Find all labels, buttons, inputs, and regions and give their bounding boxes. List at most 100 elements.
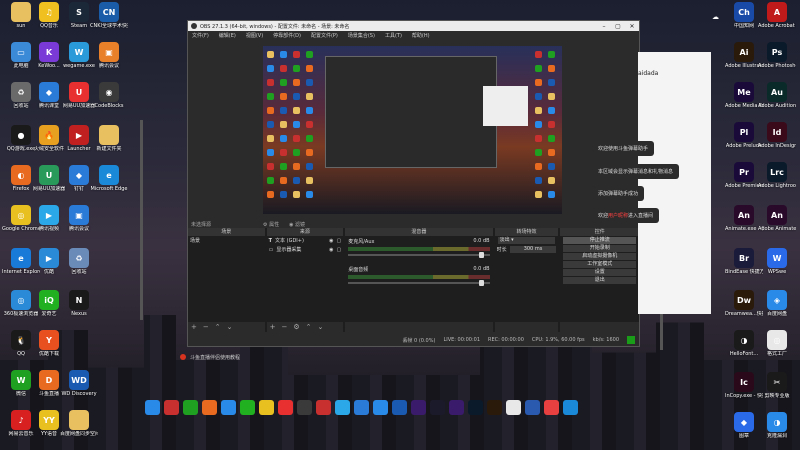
preview-app-icon [267, 65, 274, 72]
desktop-shortcut[interactable]: Id Adobe InDesign [758, 122, 796, 149]
maximize-icon[interactable]: ▢ [611, 23, 625, 30]
properties-label: 属性 [269, 221, 280, 228]
preview-app-icon [267, 93, 274, 100]
taskbar-app-icon[interactable] [354, 400, 369, 415]
menu-item[interactable]: 视图(V) [246, 32, 263, 39]
properties-button[interactable]: ⚙ 属性 [263, 221, 279, 228]
remove-scene-button[interactable]: − [203, 323, 209, 331]
taskbar-app-icon[interactable] [278, 400, 293, 415]
obs-preview[interactable] [263, 46, 562, 214]
menu-item[interactable]: 文件(F) [192, 32, 209, 39]
lock-icon[interactable]: ▢ [336, 247, 341, 253]
desktop-shortcut[interactable]: W WPSwe [758, 248, 796, 275]
desktop-shortcut[interactable]: LrcAdobe Lightroom Classic [758, 162, 796, 189]
taskbar-app-icon[interactable] [411, 400, 426, 415]
desktop-shortcut[interactable]: ◈ 百度网盘 [758, 290, 796, 317]
menu-item[interactable]: 工具(T) [385, 32, 402, 39]
control-button[interactable]: 停止推流 [563, 237, 636, 244]
visibility-eye-icon[interactable]: ◉ [329, 247, 333, 253]
duration-input[interactable]: 300 ms [509, 246, 557, 253]
taskbar-app-icon[interactable] [449, 400, 464, 415]
taskbar-app-icon[interactable] [145, 400, 160, 415]
desktop-shortcut[interactable]: ✂ 剪映专业版 [758, 372, 796, 399]
desktop-shortcut[interactable]: WD WD Discovery [60, 370, 98, 397]
visibility-eye-icon[interactable]: ◉ [329, 238, 333, 244]
taskbar-app-icon[interactable] [506, 400, 521, 415]
desktop-shortcut[interactable]: ♻ 回收站 [60, 248, 98, 275]
taskbar-app-icon[interactable] [221, 400, 236, 415]
desktop-shortcut[interactable]: e Microsoft Edge [90, 165, 128, 192]
taskbar-app-icon[interactable] [544, 400, 559, 415]
desktop-shortcut[interactable]: ▣ 腾讯会议 [60, 205, 98, 232]
desktop-shortcut[interactable]: Au Adobe Audition [758, 82, 796, 109]
volume-slider[interactable] [348, 252, 490, 258]
menu-item[interactable]: 停靠部件(D) [273, 32, 301, 39]
preview-app-icon [267, 191, 274, 198]
volume-slider[interactable] [348, 280, 490, 286]
filters-button[interactable]: ◉ 滤镜 [289, 221, 305, 228]
chat-bubble: 添加弹幕助手成功 [592, 186, 645, 201]
desktop-shortcut[interactable]: AAdobe Acrobat DC [758, 2, 796, 29]
add-scene-button[interactable]: + [191, 323, 197, 331]
control-button[interactable]: 开始录制 [563, 245, 636, 252]
desktop-shortcut[interactable]: 新建文件夹 [90, 125, 128, 152]
taskbar-app-icon[interactable] [563, 400, 578, 415]
taskbar-app-icon[interactable] [335, 400, 350, 415]
obs-titlebar[interactable]: OBS 27.1.3 (64-bit, windows) - 配置文件: 未命名… [188, 21, 639, 31]
app-icon: ♪ [11, 410, 31, 430]
taskbar-app-icon[interactable] [525, 400, 540, 415]
transition-select[interactable]: 淡出 ▾ [497, 237, 556, 244]
move-up-button[interactable]: ⌃ [306, 323, 312, 331]
source-settings-button[interactable]: ⚙ [293, 323, 299, 331]
add-source-button[interactable]: + [270, 323, 276, 331]
taskbar-app-icon[interactable] [392, 400, 407, 415]
move-down-button[interactable]: ⌄ [227, 323, 233, 331]
remove-source-button[interactable]: − [281, 323, 287, 331]
taskbar-app-icon[interactable] [297, 400, 312, 415]
move-down-button[interactable]: ⌄ [318, 323, 324, 331]
desktop-shortcut[interactable]: PsAdobe Photoshop [758, 42, 796, 69]
taskbar-app-icon[interactable] [487, 400, 502, 415]
source-item[interactable]: ▭ 显示器采集 ◉ ▢ [267, 245, 344, 254]
menu-item[interactable]: 帮助(H) [412, 32, 430, 39]
desktop-shortcut[interactable]: N Nexus [60, 290, 98, 317]
control-button[interactable]: 退出 [563, 277, 636, 284]
preview-app-icon [280, 107, 287, 114]
lock-icon[interactable]: ▢ [336, 238, 341, 244]
taskbar-app-icon[interactable] [468, 400, 483, 415]
taskbar-app-icon[interactable] [316, 400, 331, 415]
desktop-shortcut[interactable]: ◑ 克隆漏洞 [758, 412, 796, 439]
taskbar-app-icon[interactable] [164, 400, 179, 415]
control-button[interactable]: 工作室模式 [563, 261, 636, 268]
taskbar-app-icon[interactable] [430, 400, 445, 415]
menu-item[interactable]: 编辑(E) [219, 32, 236, 39]
desktop-shortcut[interactable]: ▣ 腾讯会议 [90, 42, 128, 69]
taskbar-app-icon[interactable] [240, 400, 255, 415]
scene-item[interactable]: 场景 [188, 236, 265, 245]
close-icon[interactable]: ✕ [625, 23, 639, 30]
menu-item[interactable]: 配置文件(P) [311, 32, 338, 39]
desktop-shortcut[interactable]: ◉ CodeBlocks [90, 82, 128, 109]
desktop-shortcut[interactable]: Y 优酷下载 [30, 330, 68, 357]
slider-handle[interactable] [478, 252, 484, 258]
control-button[interactable]: 设置 [563, 269, 636, 276]
desktop-shortcut[interactable]: ◎ 格式工厂 [758, 330, 796, 357]
control-button[interactable]: 启动虚拟摄像机 [563, 253, 636, 260]
desktop-shortcut[interactable]: 百度网盘同步空间 [60, 410, 98, 437]
taskbar-app-icon[interactable] [259, 400, 274, 415]
desktop-shortcut[interactable]: CN CNKI全球学术快报 [90, 2, 128, 29]
menu-item[interactable]: 场景集合(S) [348, 32, 375, 39]
scenes-toolbar: + − ⌃ ⌄ [188, 322, 265, 332]
taskbar-app-icon[interactable] [183, 400, 198, 415]
tutorial-tip[interactable]: 斗鱼直播伴侣使用教程 [180, 352, 480, 362]
desktop-shortcut[interactable]: An Adobe Animate [758, 205, 796, 232]
taskbar-app-icon[interactable] [202, 400, 217, 415]
slider-handle[interactable] [478, 280, 484, 286]
minimize-icon[interactable]: – [597, 23, 611, 30]
cloud-icon[interactable]: ☁ [712, 13, 719, 21]
move-up-button[interactable]: ⌃ [215, 323, 221, 331]
taskbar-icons [145, 400, 578, 415]
app-icon: ◆ [734, 412, 754, 432]
source-item[interactable]: T 文本 (GDI+) ◉ ▢ [267, 236, 344, 245]
taskbar-app-icon[interactable] [373, 400, 388, 415]
